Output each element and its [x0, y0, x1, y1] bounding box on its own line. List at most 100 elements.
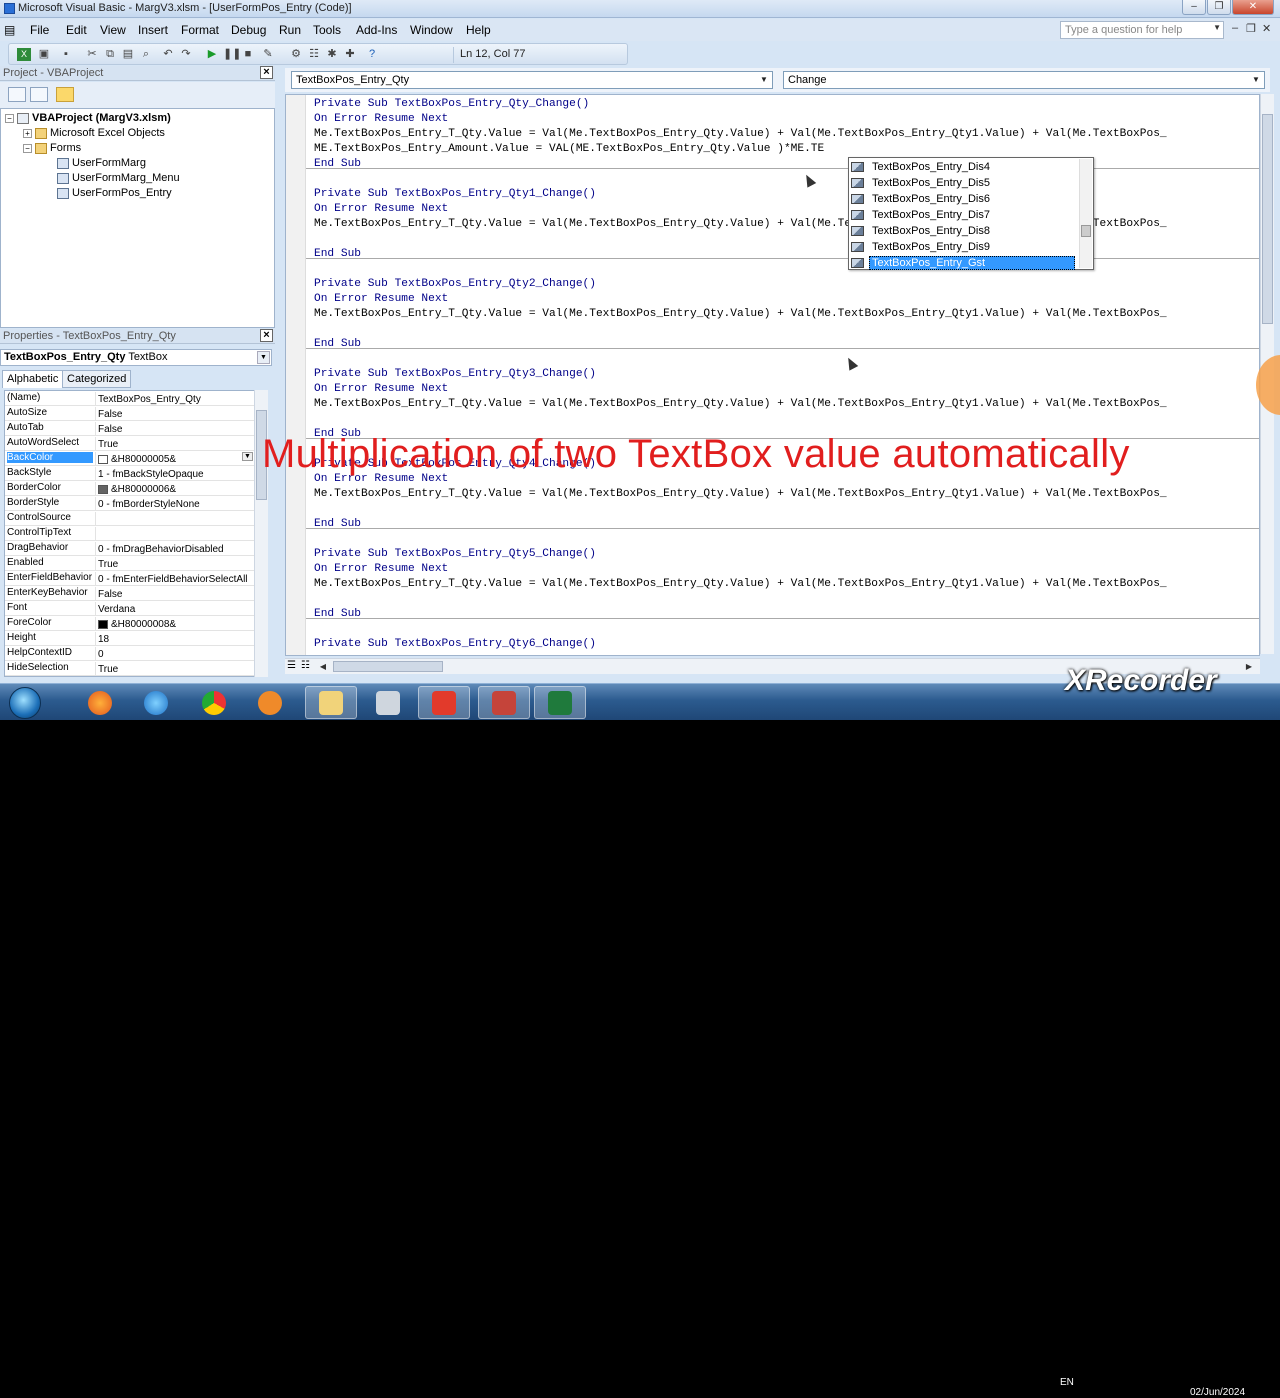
collapse-icon[interactable]: − [5, 113, 14, 123]
property-row[interactable]: EnterFieldBehavior 0 - fmEnterFieldBehavi… [5, 571, 255, 586]
intellisense-item[interactable]: TextBoxPos_Entry_Gst [851, 255, 1077, 270]
code-line[interactable]: On Error Resume Next [314, 292, 1259, 307]
code-line[interactable]: On Error Resume Next [314, 112, 1259, 127]
property-value[interactable]: &H80000008& [95, 617, 255, 631]
code-line[interactable] [314, 232, 1259, 247]
code-line[interactable]: End Sub [314, 337, 1259, 352]
property-row[interactable]: BackStyle 1 - fmBackStyleOpaque [5, 466, 255, 481]
scroll-left-icon[interactable]: ◀ [317, 660, 329, 673]
code-line[interactable] [314, 352, 1259, 367]
mdi-restore-button[interactable]: ❐ [1246, 22, 1256, 35]
property-value[interactable] [95, 512, 255, 526]
menu-format[interactable]: Format [181, 23, 219, 37]
property-row[interactable]: ControlSource [5, 511, 255, 526]
code-line[interactable]: Me.TextBoxPos_Entry_T_Qty.Value = Val(Me… [314, 487, 1259, 502]
scroll-thumb[interactable] [1081, 225, 1091, 237]
code-line[interactable]: Private Sub TextBoxPos_Entry_Qty3_Change… [314, 367, 1259, 382]
code-line[interactable]: Private Sub TextBoxPos_Entry_Qty1_Change… [314, 187, 1259, 202]
property-value[interactable]: True [95, 557, 255, 571]
property-value[interactable]: 0 - fmBorderStyleNone [95, 497, 255, 511]
menu-edit[interactable]: Edit [66, 23, 87, 37]
menu-icon[interactable]: ▤ [4, 23, 15, 37]
minimize-button[interactable]: – [1182, 0, 1206, 15]
property-row[interactable]: EnterKeyBehavior False [5, 586, 255, 601]
code-line[interactable] [314, 322, 1259, 337]
taskbar-excel[interactable] [534, 686, 586, 719]
cut-icon[interactable]: ✂ [85, 48, 99, 61]
undo-icon[interactable]: ↶ [161, 48, 175, 61]
toggle-folders-icon[interactable] [56, 87, 74, 102]
properties-object-select[interactable]: TextBoxPos_Entry_Qty TextBox ▼ [0, 349, 272, 366]
toolbox-icon[interactable]: ✚ [343, 48, 357, 61]
taskbar-access[interactable] [478, 686, 530, 719]
code-line[interactable]: Me.TextBoxPos_Entry_T_Qty.Value = Val(Me… [314, 307, 1259, 322]
property-row[interactable]: ControlTipText [5, 526, 255, 541]
code-line[interactable]: End Sub [314, 157, 1259, 172]
property-value[interactable]: False [95, 407, 255, 421]
property-row[interactable]: BorderStyle 0 - fmBorderStyleNone [5, 496, 255, 511]
close-icon[interactable]: × [260, 329, 273, 342]
taskbar-firefox[interactable] [74, 686, 126, 719]
properties-window-icon[interactable]: ☷ [307, 48, 321, 61]
property-row[interactable]: DragBehavior 0 - fmDragBehaviorDisabled [5, 541, 255, 556]
property-row[interactable]: Height 18 [5, 631, 255, 646]
property-row[interactable]: (Name) TextBoxPos_Entry_Qty [5, 391, 255, 406]
view-object-icon[interactable] [30, 87, 48, 102]
language-indicator[interactable]: EN [1060, 1377, 1074, 1388]
taskbar-explorer[interactable] [305, 686, 357, 719]
code-line[interactable]: Me.TextBoxPos_Entry_T_Qty.Value = Val(Me… [314, 577, 1259, 592]
property-row[interactable]: HideSelection True [5, 661, 255, 676]
chevron-down-icon[interactable]: ▼ [242, 452, 253, 461]
property-value[interactable]: True [95, 437, 255, 451]
full-module-view-icon[interactable]: ☷ [301, 660, 310, 671]
code-line[interactable] [314, 172, 1259, 187]
find-icon[interactable]: ⌕ [139, 48, 153, 61]
intellisense-item[interactable]: TextBoxPos_Entry_Dis6 [851, 191, 1077, 206]
object-browser-icon[interactable]: ✱ [325, 48, 339, 61]
restore-button[interactable]: ❐ [1207, 0, 1231, 15]
tree-item-excel-objects[interactable]: + Microsoft Excel Objects [23, 127, 165, 139]
code-line[interactable]: On Error Resume Next [314, 382, 1259, 397]
excel-view-icon[interactable]: X [17, 48, 31, 61]
tree-item-userformmarg[interactable]: UserFormMarg [57, 157, 146, 169]
close-button[interactable]: ✕ [1232, 0, 1274, 15]
property-value[interactable]: TextBoxPos_Entry_Qty [95, 392, 255, 406]
code-line[interactable] [314, 262, 1259, 277]
property-row[interactable]: Font Verdana [5, 601, 255, 616]
intellisense-item[interactable]: TextBoxPos_Entry_Dis4 [851, 159, 1077, 174]
property-value[interactable]: 0 - fmEnterFieldBehaviorSelectAll [95, 572, 255, 586]
intellisense-item[interactable]: TextBoxPos_Entry_Dis9 [851, 239, 1077, 254]
menu-addins[interactable]: Add-Ins [356, 23, 397, 37]
code-line[interactable]: End Sub [314, 607, 1259, 622]
help-icon[interactable]: ? [365, 48, 379, 61]
code-line[interactable]: End Sub [314, 247, 1259, 262]
menu-run[interactable]: Run [279, 23, 301, 37]
menu-file[interactable]: File [30, 23, 49, 37]
project-explorer-icon[interactable]: ⚙ [289, 48, 303, 61]
code-line[interactable]: Private Sub TextBoxPos_Entry_Qty6_Change… [314, 637, 1259, 652]
code-line[interactable] [314, 502, 1259, 517]
help-search-input[interactable]: Type a question for help ▼ [1060, 21, 1224, 39]
property-value[interactable]: 0 - fmDragBehaviorDisabled [95, 542, 255, 556]
code-line[interactable] [314, 622, 1259, 637]
save-icon[interactable]: ▪ [59, 48, 73, 61]
run-icon[interactable]: ▶ [205, 48, 219, 61]
tree-item-userformpos-entry[interactable]: UserFormPos_Entry [57, 187, 172, 199]
property-value[interactable]: Verdana [95, 602, 255, 616]
property-value[interactable]: False [95, 587, 255, 601]
chevron-down-icon[interactable]: ▼ [1249, 73, 1263, 87]
scroll-thumb[interactable] [1262, 114, 1273, 324]
tree-item-vbaproject[interactable]: − VBAProject (MargV3.xlsm) [5, 112, 171, 124]
code-line[interactable]: Private Sub TextBoxPos_Entry_Qty_Change(… [314, 97, 1259, 112]
code-line[interactable] [314, 412, 1259, 427]
property-row[interactable]: AutoWordSelect True [5, 436, 255, 451]
menu-debug[interactable]: Debug [231, 23, 266, 37]
property-row[interactable]: AutoTab False [5, 421, 255, 436]
code-line[interactable] [314, 592, 1259, 607]
property-value[interactable]: True [95, 662, 255, 676]
property-row[interactable]: AutoSize False [5, 406, 255, 421]
scroll-right-icon[interactable]: ▶ [1243, 660, 1255, 673]
expand-icon[interactable]: + [23, 128, 32, 138]
code-lines[interactable]: Private Sub TextBoxPos_Entry_Qty_Change(… [314, 97, 1259, 652]
property-value[interactable]: False [95, 422, 255, 436]
